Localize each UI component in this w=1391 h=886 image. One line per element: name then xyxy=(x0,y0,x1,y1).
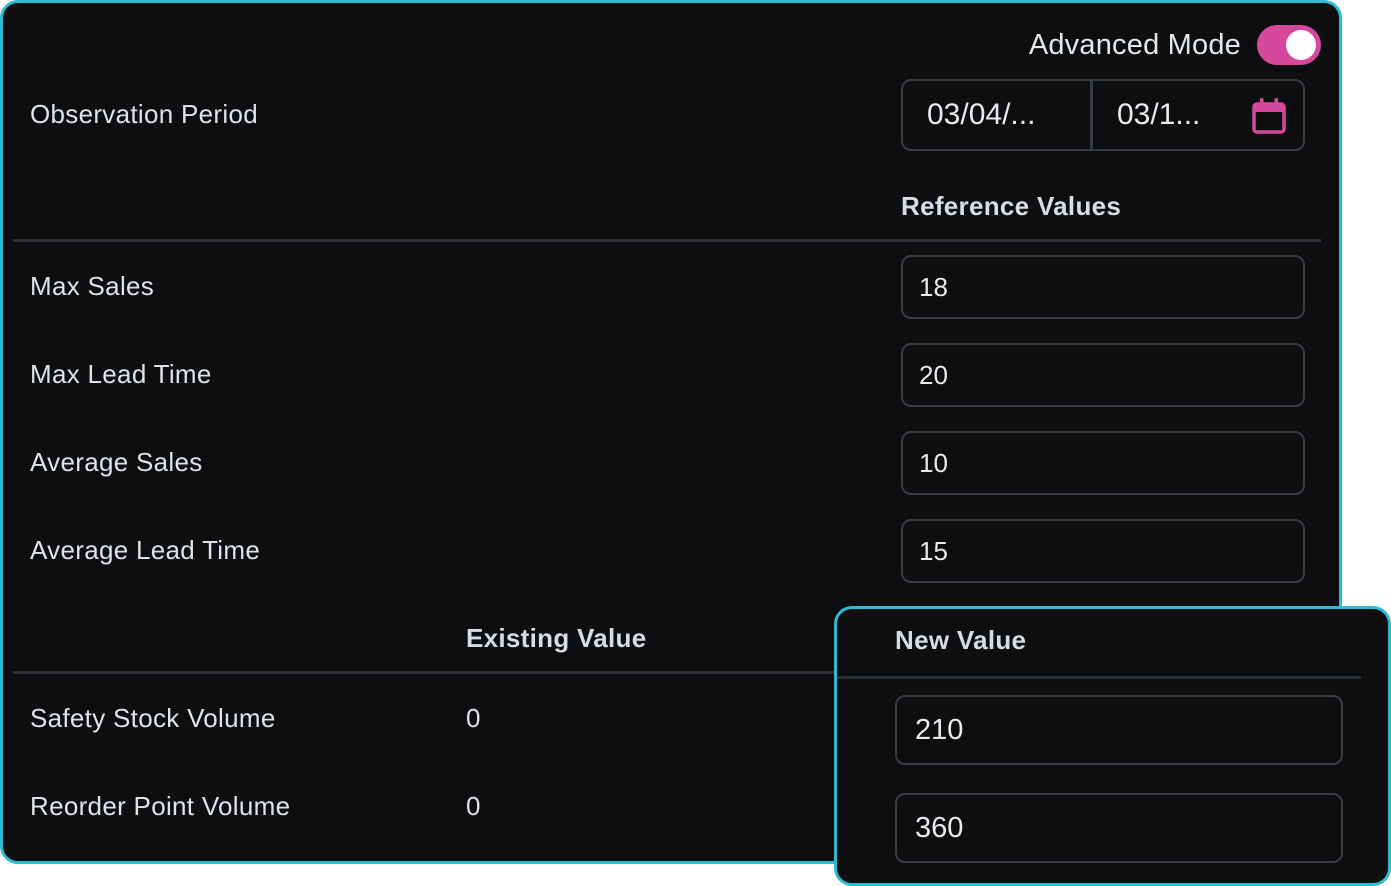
calendar-icon[interactable] xyxy=(1251,97,1287,135)
average-sales-input[interactable]: 10 xyxy=(901,431,1305,495)
max-lead-time-label: Max Lead Time xyxy=(30,359,212,389)
observation-period-label: Observation Period xyxy=(30,99,258,129)
existing-value-header: Existing Value xyxy=(466,623,647,653)
reference-values-divider xyxy=(13,239,1321,242)
safety-stock-existing-value: 0 xyxy=(466,703,481,733)
new-value-divider xyxy=(837,676,1361,679)
reorder-point-new-value-input[interactable]: 360 xyxy=(895,793,1343,863)
average-sales-label: Average Sales xyxy=(30,447,203,477)
volumes-divider xyxy=(13,671,843,674)
start-date-input[interactable]: 03/04/... xyxy=(903,81,1093,149)
max-sales-label: Max Sales xyxy=(30,271,155,301)
reference-values-header: Reference Values xyxy=(901,191,1122,221)
new-value-header: New Value xyxy=(895,625,1027,655)
reorder-point-existing-value: 0 xyxy=(466,791,481,821)
max-lead-time-input[interactable]: 20 xyxy=(901,343,1305,407)
average-lead-time-input[interactable]: 15 xyxy=(901,519,1305,583)
safety-stock-volume-label: Safety Stock Volume xyxy=(30,703,276,733)
advanced-mode-label: Advanced Mode xyxy=(1028,28,1241,61)
max-sales-input[interactable]: 18 xyxy=(901,255,1305,319)
average-lead-time-label: Average Lead Time xyxy=(30,535,261,565)
end-date-input[interactable]: 03/1... xyxy=(1093,81,1303,149)
reorder-point-volume-label: Reorder Point Volume xyxy=(30,791,291,821)
observation-period-date-range: 03/04/... 03/1... xyxy=(901,79,1305,151)
advanced-mode-toggle[interactable] xyxy=(1257,25,1321,65)
new-value-panel: New Value 210 360 xyxy=(834,606,1391,886)
toggle-knob xyxy=(1286,30,1316,60)
end-date-value: 03/1... xyxy=(1117,98,1201,131)
safety-stock-new-value-input[interactable]: 210 xyxy=(895,695,1343,765)
advanced-mode-row: Advanced Mode xyxy=(1029,25,1321,65)
